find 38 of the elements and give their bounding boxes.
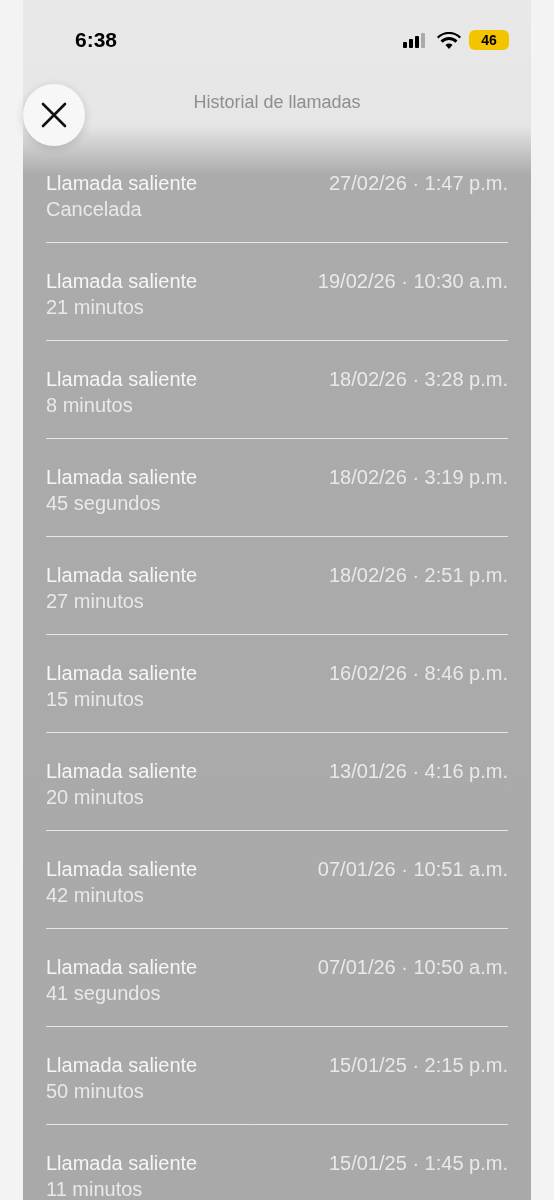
call-date: 18/02/26 · 3:28 p.m.	[329, 367, 508, 392]
call-duration: 21 minutos	[46, 295, 145, 320]
call-date: 15/01/25 · 1:45 p.m.	[329, 1151, 508, 1176]
call-type: Llamada saliente	[46, 661, 198, 686]
call-duration: Cancelada	[46, 197, 143, 222]
call-type: Llamada saliente	[46, 563, 198, 588]
call-duration: 11 minutos	[46, 1177, 144, 1200]
sheet-title: Historial de llamadas	[193, 91, 361, 114]
call-date: 13/01/26 · 4:16 p.m.	[329, 759, 508, 784]
call-duration: 15 minutos	[46, 687, 145, 712]
call-type: Llamada saliente	[46, 269, 198, 294]
call-date: 07/01/26 · 10:51 a.m.	[317, 857, 508, 882]
clock-time: 6:38	[75, 28, 119, 52]
call-date: 07/01/26 · 10:50 a.m.	[317, 955, 508, 980]
call-date: 15/01/25 · 2:15 p.m.	[329, 1053, 508, 1078]
call-type: Llamada saliente	[46, 1151, 198, 1176]
call-duration: 42 minutos	[46, 883, 145, 908]
call-date: 16/02/26 · 8:46 p.m.	[329, 661, 508, 686]
wifi-icon	[437, 31, 461, 49]
call-duration: 20 minutos	[46, 785, 145, 810]
call-type: Llamada saliente	[46, 171, 198, 196]
call-type: Llamada saliente	[46, 759, 198, 784]
call-duration: 41 segundos	[46, 981, 162, 1006]
call-duration: 45 segundos	[46, 491, 162, 516]
call-duration: 8 minutos	[46, 393, 134, 418]
call-type: Llamada saliente	[46, 465, 198, 490]
call-date: 27/02/26 · 1:47 p.m.	[329, 171, 508, 196]
call-type: Llamada saliente	[46, 955, 198, 980]
call-date: 18/02/26 · 3:19 p.m.	[329, 465, 508, 490]
call-duration: 50 minutos	[46, 1079, 145, 1104]
call-duration: 27 minutos	[46, 589, 145, 614]
call-date: 18/02/26 · 2:51 p.m.	[329, 563, 508, 588]
call-date: 19/02/26 · 10:30 a.m.	[317, 269, 508, 294]
call-type: Llamada saliente	[46, 367, 198, 392]
close-icon	[41, 102, 67, 128]
battery-level: 46	[469, 30, 509, 50]
call-type: Llamada saliente	[46, 857, 198, 882]
call-type: Llamada saliente	[46, 1053, 198, 1078]
